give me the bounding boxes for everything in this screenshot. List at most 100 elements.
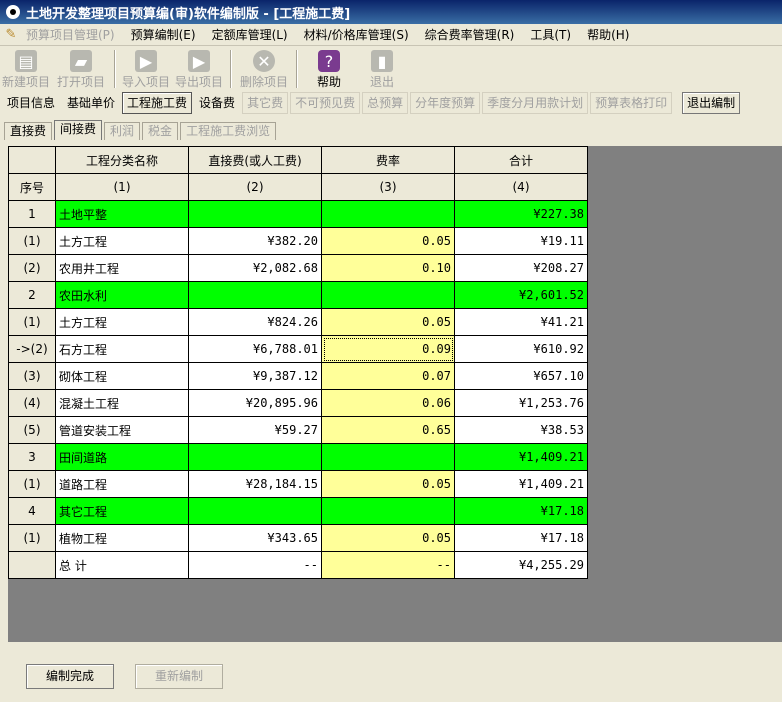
name-cell: 混凝土工程 [55,389,189,417]
menu-rate-management[interactable]: 综合费率管理(R) [417,25,523,45]
fee-tabs: 直接费 间接费 利润 税金 工程施工费浏览 [4,120,278,140]
rate-cell[interactable]: 0.07 [321,362,455,390]
nav-project-info[interactable]: 项目信息 [2,92,60,114]
table-row[interactable]: (4) 混凝土工程 ¥20,895.96 0.06 ¥1,253.76 [8,389,588,417]
row-number-cell: (5) [8,416,56,444]
new-project-button[interactable]: ▤ 新建项目 [0,47,52,91]
re-edit-button[interactable]: 重新编制 [135,664,223,689]
menu-budget-edit[interactable]: 预算编制(E) [123,25,204,45]
total-cell: ¥38.53 [454,416,588,444]
folder-icon: ▰ [70,50,92,72]
row-number-cell: 3 [8,443,56,471]
rate-cell[interactable] [321,281,455,309]
exit-button[interactable]: ▮ 退出 [356,47,408,91]
rate-cell[interactable] [321,200,455,228]
category-row[interactable]: 2 农田水利 ¥2,601.52 [8,281,588,309]
column-subheader: 序号 [8,173,56,201]
column-subheader: (4) [454,173,588,201]
direct-cost-cell [188,443,322,471]
table-row[interactable]: (1) 土方工程 ¥824.26 0.05 ¥41.21 [8,308,588,336]
tab-browse[interactable]: 工程施工费浏览 [180,122,277,140]
rate-cell[interactable] [321,497,455,525]
direct-cost-cell: ¥343.65 [188,524,322,552]
total-cell: ¥17.18 [454,497,588,525]
nav-contingency[interactable]: 不可预见费 [290,92,361,114]
row-number-cell: (1) [8,227,56,255]
table-row[interactable]: (1) 道路工程 ¥28,184.15 0.05 ¥1,409.21 [8,470,588,498]
total-cell: ¥610.92 [454,335,588,363]
export-icon: ▶ [188,50,210,72]
rate-cell[interactable]: 0.05 [321,308,455,336]
menu-help[interactable]: 帮助(H) [579,25,637,45]
tab-tax[interactable]: 税金 [142,122,179,140]
delete-project-button[interactable]: ✕ 删除项目 [236,47,292,91]
open-project-button[interactable]: ▰ 打开项目 [52,47,110,91]
table-row[interactable]: 总 计 -- -- ¥4,255.29 [8,551,588,579]
help-button[interactable]: ? 帮助 [302,47,356,91]
table-row[interactable]: (3) 砌体工程 ¥9,387.12 0.07 ¥657.10 [8,362,588,390]
nav-total-budget[interactable]: 总预算 [362,92,409,114]
total-cell: ¥2,601.52 [454,281,588,309]
nav-construction-cost[interactable]: 工程施工费 [122,92,193,114]
category-row[interactable]: 3 田间道路 ¥1,409.21 [8,443,588,471]
name-cell: 农用井工程 [55,254,189,282]
column-header [8,146,56,174]
menu-tools[interactable]: 工具(T) [522,25,579,45]
rate-cell[interactable]: 0.05 [321,524,455,552]
name-cell: 田间道路 [55,443,189,471]
column-subheader: (3) [321,173,455,201]
menu-project-management[interactable]: 预算项目管理(P) [18,25,123,45]
tab-direct-cost[interactable]: 直接费 [4,122,53,140]
name-cell: 土地平整 [55,200,189,228]
rate-cell[interactable]: 0.05 [321,470,455,498]
menu-material-price-library[interactable]: 材料/价格库管理(S) [296,25,417,45]
tab-profit[interactable]: 利润 [104,122,141,140]
name-cell: 总 计 [55,551,189,579]
finish-edit-button[interactable]: 编制完成 [26,664,114,689]
direct-cost-cell: ¥824.26 [188,308,322,336]
category-row[interactable]: 1 土地平整 ¥227.38 [8,200,588,228]
category-row[interactable]: 4 其它工程 ¥17.18 [8,497,588,525]
window-title: 土地开发整理项目预算编(审)软件编制版 - [工程施工费] [26,6,351,22]
rate-cell[interactable]: -- [321,551,455,579]
row-number-cell: 1 [8,200,56,228]
menu-bar: ✎ 预算项目管理(P) 预算编制(E) 定额库管理(L) 材料/价格库管理(S)… [0,24,782,46]
rate-cell[interactable]: 0.09 [321,335,455,363]
rate-cell[interactable] [321,443,455,471]
help-book-icon: ? [318,50,340,72]
table-row[interactable]: (1) 植物工程 ¥343.65 0.05 ¥17.18 [8,524,588,552]
tab-indirect-cost[interactable]: 间接费 [54,120,103,140]
table-row[interactable]: ->(2) 石方工程 ¥6,788.01 0.09 ¥610.92 [8,335,588,363]
direct-cost-cell [188,281,322,309]
direct-cost-cell: -- [188,551,322,579]
toolbar-separator [296,50,298,88]
export-project-button[interactable]: ▶ 导出项目 [172,47,226,91]
nav-print-budget[interactable]: 预算表格打印 [590,92,673,114]
total-cell: ¥19.11 [454,227,588,255]
direct-cost-cell: ¥9,387.12 [188,362,322,390]
table-header-row: 工程分类名称 直接费(或人工费) 费率 合计 [8,146,588,174]
import-icon: ▶ [135,50,157,72]
rate-cell[interactable]: 0.05 [321,227,455,255]
module-nav: 项目信息 基础单价 工程施工费 设备费 其它费 不可预见费 总预算 分年度预算 … [0,91,782,115]
nav-base-price[interactable]: 基础单价 [62,92,120,114]
column-header: 合计 [454,146,588,174]
nav-other-cost[interactable]: 其它费 [242,92,289,114]
rate-cell[interactable]: 0.10 [321,254,455,282]
nav-equipment-cost[interactable]: 设备费 [194,92,240,114]
table-row[interactable]: (5) 管道安装工程 ¥59.27 0.65 ¥38.53 [8,416,588,444]
rate-cell[interactable]: 0.06 [321,389,455,417]
import-project-button[interactable]: ▶ 导入项目 [120,47,172,91]
nav-quarterly-plan[interactable]: 季度分月用款计划 [482,92,589,114]
rate-cell[interactable]: 0.65 [321,416,455,444]
table-row[interactable]: (1) 土方工程 ¥382.20 0.05 ¥19.11 [8,227,588,255]
direct-cost-cell [188,497,322,525]
column-subheader: (2) [188,173,322,201]
menu-quota-library[interactable]: 定额库管理(L) [204,25,296,45]
nav-annual-budget[interactable]: 分年度预算 [410,92,481,114]
direct-cost-cell: ¥20,895.96 [188,389,322,417]
table-row[interactable]: (2) 农用井工程 ¥2,082.68 0.10 ¥208.27 [8,254,588,282]
column-header: 工程分类名称 [55,146,189,174]
exit-edit-button[interactable]: 退出编制 [682,92,741,114]
exit-door-icon: ▮ [371,50,393,72]
